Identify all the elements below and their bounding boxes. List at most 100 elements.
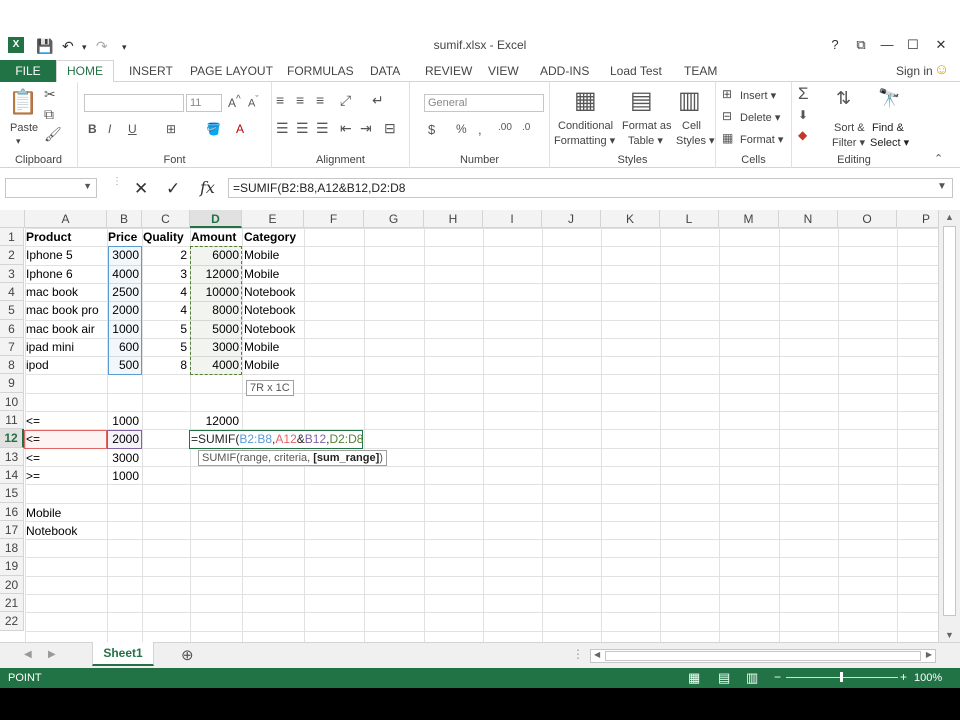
horizontal-scroll-thumb[interactable] [605, 651, 921, 661]
table-label[interactable]: Table ▾ [628, 134, 663, 147]
table-cell[interactable]: 8000 [190, 301, 241, 319]
number-format-dropdown[interactable]: General [424, 94, 544, 112]
tab-insert[interactable]: INSERT [129, 64, 173, 78]
column-header-c[interactable]: C [142, 210, 190, 228]
tab-load-test[interactable]: Load Test [610, 64, 662, 78]
select-all-corner[interactable] [0, 210, 25, 228]
vertical-scrollbar[interactable]: ▲ ▼ [938, 210, 960, 642]
delete-cells-icon[interactable]: ⊟ [722, 109, 732, 123]
align-left-icon[interactable]: ☰ [276, 120, 289, 137]
criteria-operator[interactable]: <= [24, 449, 42, 467]
row-header-18[interactable]: 18 [0, 539, 24, 557]
name-box-dropdown-icon[interactable]: ▼ [83, 181, 92, 191]
header-quality[interactable]: Quality [141, 228, 186, 246]
paste-label[interactable]: Paste [10, 122, 38, 134]
row-header-2[interactable]: 2 [0, 246, 24, 265]
table-cell[interactable]: 3 [142, 265, 189, 283]
tab-page-layout[interactable]: PAGE LAYOUT [190, 64, 273, 78]
cell-styles-label[interactable]: Styles ▾ [676, 134, 715, 147]
row-header-9[interactable]: 9 [0, 374, 24, 393]
column-header-a[interactable]: A [25, 210, 107, 228]
sort-label[interactable]: Sort & [834, 122, 865, 134]
table-cell[interactable]: Notebook [242, 301, 297, 319]
format-as-label[interactable]: Format as [622, 120, 672, 132]
decrease-indent-icon[interactable]: ⇤ [340, 120, 352, 137]
scroll-right-icon[interactable]: ▶ [926, 650, 932, 659]
horizontal-scrollbar[interactable]: ◀ ▶ [590, 649, 936, 663]
align-center-icon[interactable]: ☰ [296, 120, 309, 137]
header-product[interactable]: Product [24, 228, 73, 246]
clear-icon[interactable]: ◆ [798, 128, 807, 142]
percent-icon[interactable]: % [456, 122, 467, 136]
tab-add-ins[interactable]: ADD-INS [540, 64, 589, 78]
new-sheet-icon[interactable]: ⊕ [181, 646, 194, 664]
table-cell[interactable]: Mobile [242, 265, 281, 283]
cell-label[interactable]: Cell [682, 120, 701, 132]
find-label[interactable]: Find & [872, 122, 904, 134]
collapse-ribbon-icon[interactable]: ⌃ [934, 152, 943, 165]
cancel-entry-icon[interactable]: ✕ [134, 179, 148, 199]
tab-review[interactable]: REVIEW [425, 64, 472, 78]
table-cell[interactable]: Notebook [242, 320, 297, 338]
currency-icon[interactable]: $ [428, 122, 435, 137]
row-header-20[interactable]: 20 [0, 576, 24, 594]
tab-data[interactable]: DATA [370, 64, 400, 78]
criteria-operator[interactable]: <= [24, 430, 42, 448]
sort-filter-icon[interactable]: ⇅ [836, 88, 851, 109]
table-cell[interactable]: 8 [142, 356, 189, 374]
insert-cells-icon[interactable]: ⊞ [722, 87, 732, 101]
wrap-text-icon[interactable]: ↵ [372, 92, 384, 109]
merge-center-icon[interactable]: ⊟ [384, 120, 396, 137]
zoom-slider-thumb[interactable] [840, 672, 843, 682]
row-header-21[interactable]: 21 [0, 594, 24, 612]
row-header-1[interactable]: 1 [0, 228, 24, 246]
row-header-4[interactable]: 4 [0, 283, 24, 301]
column-header-m[interactable]: M [719, 210, 779, 228]
row-header-8[interactable]: 8 [0, 356, 24, 374]
maximize-button[interactable]: ☐ [902, 37, 924, 53]
zoom-out-icon[interactable]: − [774, 670, 781, 684]
table-cell[interactable]: 4000 [190, 356, 241, 374]
cut-icon[interactable]: ✂ [44, 86, 56, 103]
column-header-k[interactable]: K [601, 210, 660, 228]
grow-font-icon[interactable]: A^ [228, 94, 241, 110]
smiley-icon[interactable]: ☺ [934, 61, 949, 78]
row-header-11[interactable]: 11 [0, 411, 24, 429]
row-header-15[interactable]: 15 [0, 484, 24, 503]
table-cell[interactable]: 5 [142, 338, 189, 356]
zoom-in-icon[interactable]: + [900, 670, 907, 684]
table-cell[interactable]: 4 [142, 283, 189, 301]
column-header-i[interactable]: I [483, 210, 542, 228]
table-cell[interactable]: Mobile [242, 356, 281, 374]
table-cell[interactable]: ipad mini [24, 338, 76, 356]
top-align-icon[interactable]: ≡ [276, 92, 284, 108]
name-box[interactable]: ▼ [5, 178, 97, 198]
column-header-d[interactable]: D [190, 210, 242, 228]
comma-style-icon[interactable]: , [478, 122, 482, 137]
minimize-button[interactable]: — [876, 37, 898, 52]
borders-icon[interactable]: ⊞ [166, 122, 176, 136]
page-layout-view-icon[interactable]: ▤ [718, 670, 730, 686]
tab-formulas[interactable]: FORMULAS [287, 64, 354, 78]
table-cell[interactable]: 5000 [190, 320, 241, 338]
row-header-17[interactable]: 17 [0, 521, 24, 539]
shrink-font-icon[interactable]: Aˇ [248, 94, 258, 110]
font-color-icon[interactable]: A [236, 122, 244, 136]
paste-icon[interactable]: 📋 [8, 88, 38, 117]
criteria-value[interactable]: 1000 [107, 467, 141, 485]
row-header-13[interactable]: 13 [0, 448, 24, 466]
confirm-entry-icon[interactable]: ✓ [166, 179, 180, 199]
row-header-5[interactable]: 5 [0, 301, 24, 320]
row-header-6[interactable]: 6 [0, 320, 24, 338]
fill-icon[interactable]: ⬇ [798, 108, 808, 122]
table-cell[interactable]: 2500 [107, 283, 141, 301]
filter-label[interactable]: Filter ▾ [832, 136, 865, 149]
copy-icon[interactable]: ⧉ [44, 106, 54, 123]
table-cell[interactable]: Notebook [242, 283, 297, 301]
table-cell[interactable]: 500 [107, 356, 141, 374]
table-cell[interactable]: Iphone 5 [24, 246, 75, 264]
criteria-operator[interactable]: >= [24, 467, 42, 485]
sheet-next-icon[interactable]: ▶ [48, 649, 56, 660]
sign-in-link[interactable]: Sign in [896, 64, 933, 78]
tab-file[interactable]: FILE [0, 60, 56, 82]
